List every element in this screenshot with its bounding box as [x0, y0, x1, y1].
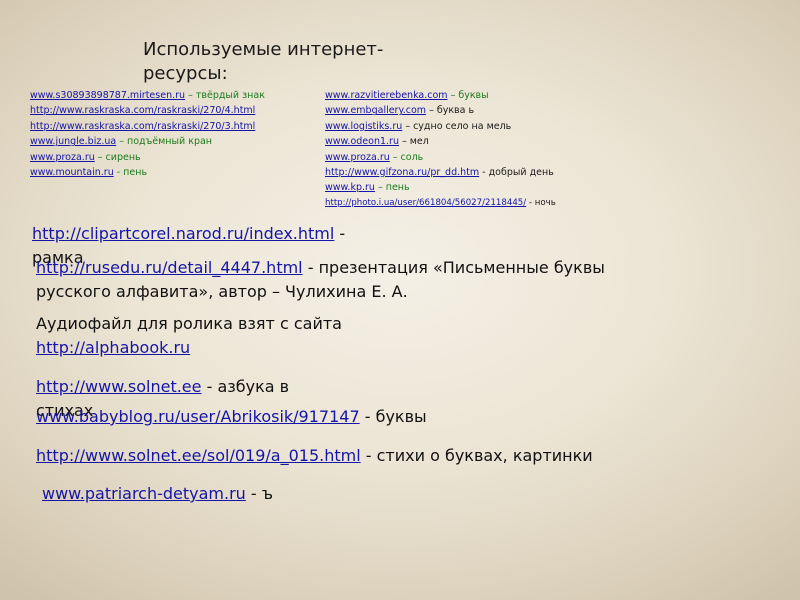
list-item: www.proza.ru – соль	[325, 150, 556, 165]
list-item: www.razvitierebenka.com – буквы	[325, 88, 556, 103]
source-link[interactable]: www.babyblog.ru/user/Abrikosik/917147	[36, 407, 360, 426]
source-note: – судно село на мель	[402, 120, 512, 132]
list-item: www.odeon1.ru – мел	[325, 134, 556, 149]
sources-list-left: www.s30893898787.mirtesen.ru – твёрдый з…	[30, 88, 265, 180]
source-note: – пень	[374, 182, 410, 194]
source-link[interactable]: www.jungle.biz.ua	[30, 136, 116, 147]
source-link[interactable]: http://www.raskraska.com/raskraski/270/3…	[30, 121, 255, 132]
source-link[interactable]: http://www.gifzona.ru/pr_dd.htm	[325, 167, 479, 178]
list-item: http://www.raskraska.com/raskraski/270/3…	[30, 119, 265, 134]
source-note: - добрый день	[479, 167, 554, 179]
source-link[interactable]: http://rusedu.ru/detail_4447.html	[36, 258, 303, 277]
list-item: www.logistiks.ru – судно село на мель	[325, 119, 556, 134]
source-note: – буква ь	[426, 105, 475, 117]
source-link[interactable]: www.razvitierebenka.com	[325, 90, 448, 101]
list-item: http://photo.i.ua/user/661804/56027/2118…	[325, 196, 556, 211]
slide: Используемые интернет-ресурсы: www.s3089…	[0, 0, 800, 600]
source-note: – сирень	[94, 151, 141, 163]
source-link[interactable]: www.logistiks.ru	[325, 121, 402, 132]
source-link[interactable]: www.odeon1.ru	[325, 136, 399, 147]
source-link[interactable]: www.mountain.ru	[30, 167, 114, 178]
source-link[interactable]: http://www.solnet.ee/sol/019/a_015.html	[36, 446, 361, 465]
source-link[interactable]: http://alphabook.ru	[36, 338, 190, 357]
source-link[interactable]: www.patriarch-detyam.ru	[42, 484, 246, 503]
list-item: www.proza.ru – сирень	[30, 150, 265, 165]
list-item: http://www.gifzona.ru/pr_dd.htm - добрый…	[325, 165, 556, 180]
source-poems: http://www.solnet.ee/sol/019/a_015.html …	[36, 444, 596, 468]
source-note: - буквы	[359, 407, 427, 426]
source-link[interactable]: www.proza.ru	[30, 152, 95, 163]
source-link[interactable]: http://www.solnet.ee	[36, 377, 202, 396]
source-note: – мел	[398, 136, 429, 148]
source-patriarch: www.patriarch-detyam.ru - ъ	[42, 482, 342, 506]
list-item: http://www.raskraska.com/raskraski/270/4…	[30, 103, 265, 118]
source-note: – соль	[389, 151, 424, 163]
source-babyblog: www.babyblog.ru/user/Abrikosik/917147 - …	[36, 405, 536, 429]
list-item: www.kp.ru – пень	[325, 180, 556, 195]
source-audio: Аудиофайл для ролика взят с сайта http:/…	[36, 312, 436, 360]
sources-list-right: www.razvitierebenka.com – буквы www.embg…	[325, 88, 556, 211]
page-title: Используемые интернет-ресурсы:	[143, 39, 384, 84]
source-presentation: http://rusedu.ru/detail_4447.html - през…	[36, 256, 606, 304]
source-link[interactable]: http://photo.i.ua/user/661804/56027/2118…	[325, 198, 526, 208]
source-link[interactable]: http://clipartcorel.narod.ru/index.html	[32, 224, 334, 243]
source-link[interactable]: www.s30893898787.mirtesen.ru	[30, 90, 185, 101]
source-note: – подъёмный кран	[116, 136, 213, 148]
source-link[interactable]: www.embgallery.com	[325, 105, 426, 116]
source-note: - пень	[113, 167, 148, 179]
source-link[interactable]: www.kp.ru	[325, 182, 375, 193]
source-note: - ъ	[245, 484, 274, 503]
list-item: www.s30893898787.mirtesen.ru – твёрдый з…	[30, 88, 265, 103]
source-note: – твёрдый знак	[185, 90, 265, 101]
source-note: - ночь	[526, 197, 556, 208]
source-note: – буквы	[447, 90, 489, 101]
list-item: www.mountain.ru - пень	[30, 165, 265, 180]
source-note: Аудиофайл для ролика взят с сайта	[36, 314, 342, 333]
list-item: www.embgallery.com – буква ь	[325, 103, 556, 118]
source-link[interactable]: www.proza.ru	[325, 152, 390, 163]
source-link[interactable]: http://www.raskraska.com/raskraski/270/4…	[30, 105, 255, 116]
list-item: www.jungle.biz.ua – подъёмный кран	[30, 134, 265, 149]
source-note: - стихи о буквах, картинки	[360, 446, 593, 465]
